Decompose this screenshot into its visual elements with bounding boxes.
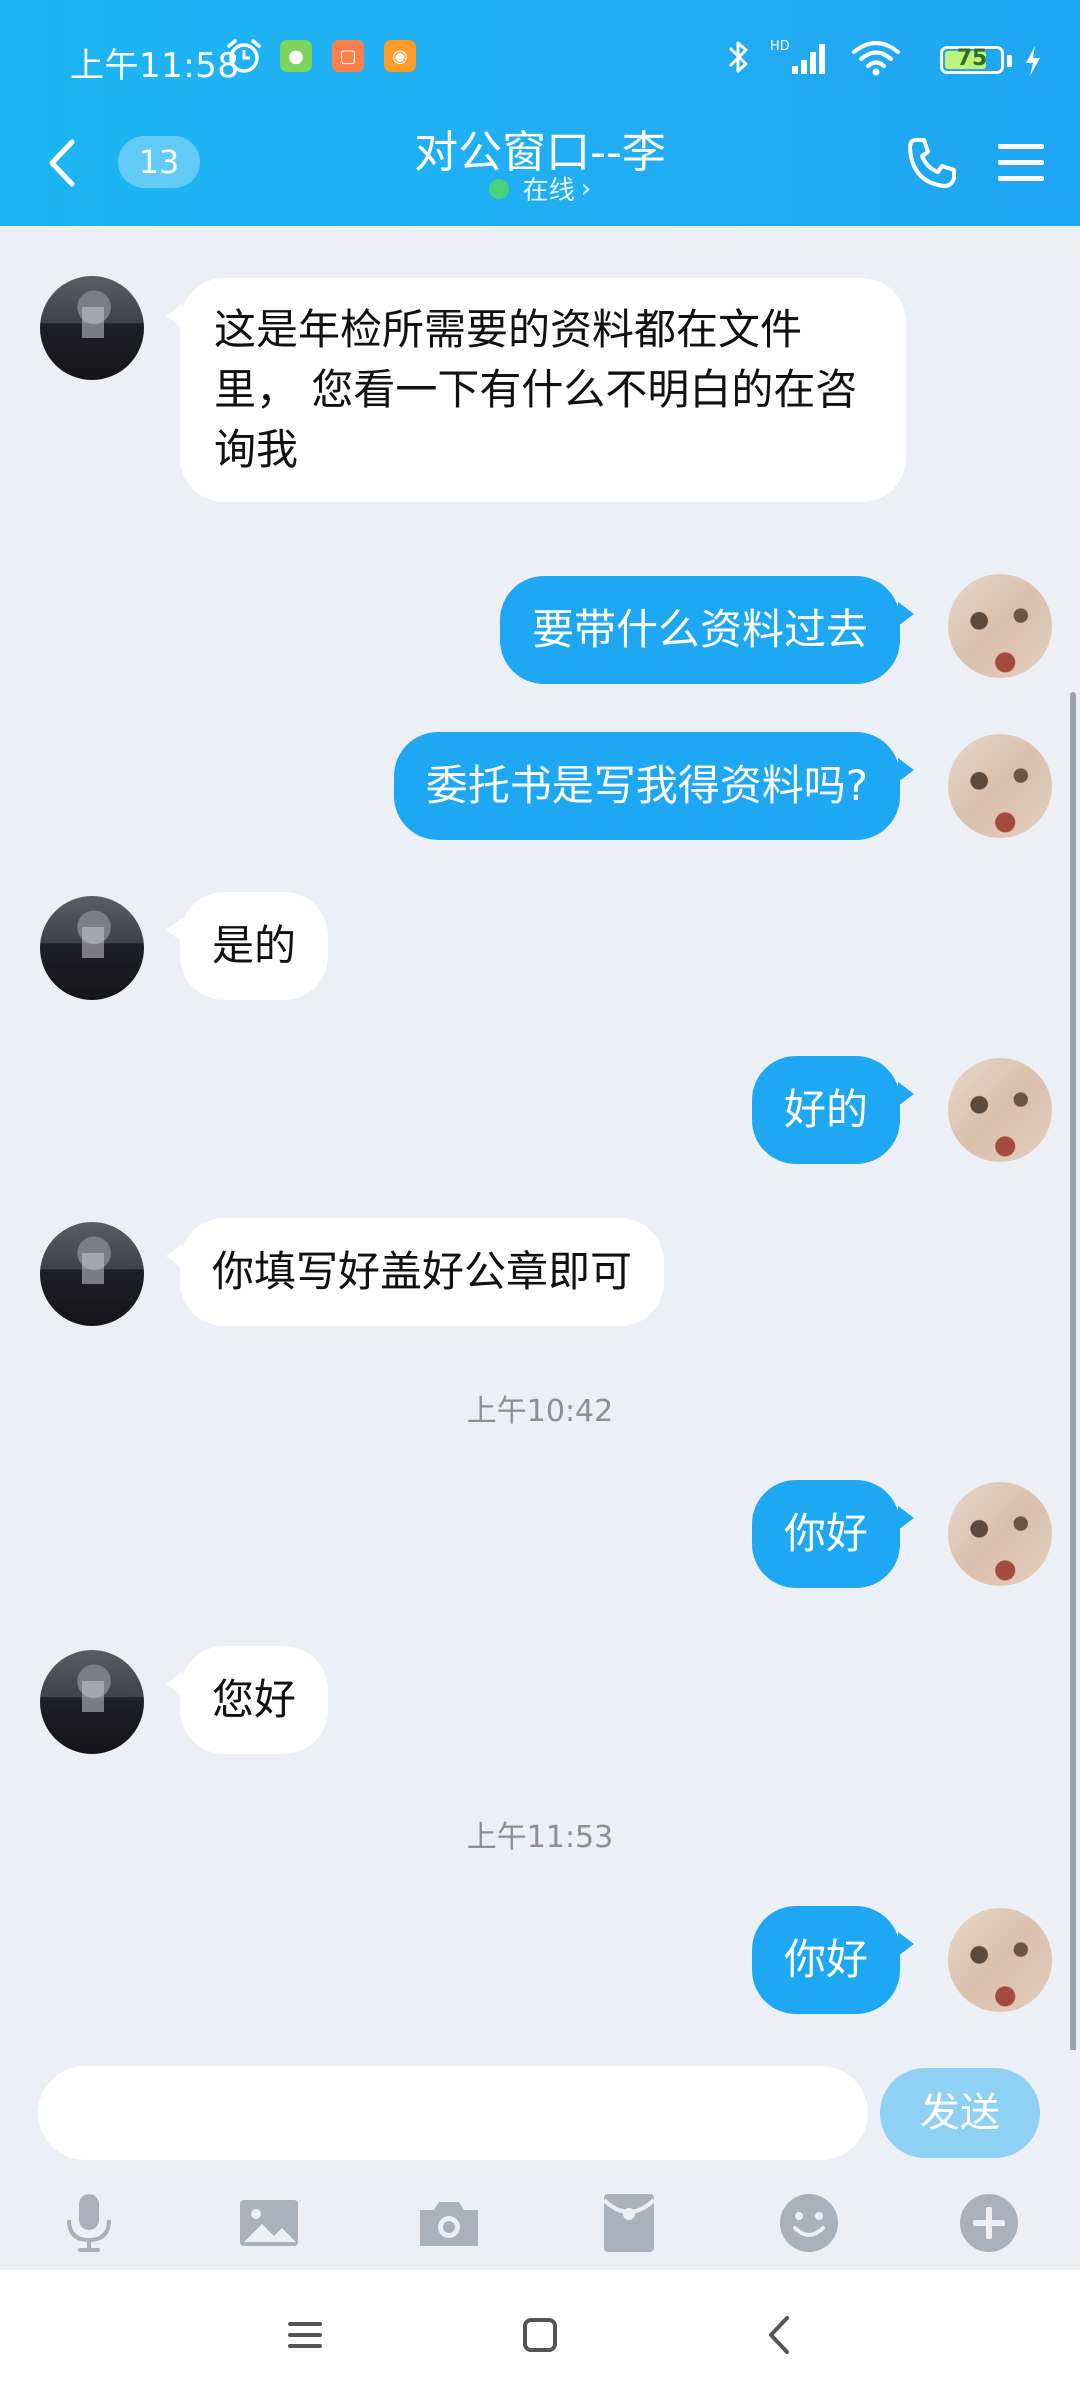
message-bubble[interactable]: 要带什么资料过去 [499,576,915,684]
send-button[interactable]: 发送 [880,2068,1040,2158]
network-label: HD [770,39,790,54]
message-bubble[interactable]: 是的 [165,892,329,1000]
chat-header: 上午11:58 ● ▢ ◉ HD 75 13 对公窗口--李 在线 › [0,0,1080,226]
message-bubble[interactable]: 你好 [751,1906,915,2014]
message-timestamp: 上午11:53 [466,1820,614,1855]
message-bubble[interactable]: 你填写好盖好公章即可 [165,1218,665,1326]
message-input[interactable] [38,2066,868,2160]
red-packet-icon[interactable] [594,2188,664,2258]
message-outgoing: 委托书是写我得资料吗? [0,726,1080,846]
message-incoming: 您好 [0,1644,1080,1764]
chevron-right-icon: › [580,173,592,204]
plus-icon[interactable] [954,2188,1024,2258]
wechat-icon: ● [280,40,312,72]
message-bubble[interactable]: 委托书是写我得资料吗? [393,732,915,840]
message-outgoing: 要带什么资料过去 [0,566,1080,686]
wifi-icon [852,41,900,76]
nav-bar: 13 对公窗口--李 在线 › [0,108,1080,226]
message-bubble[interactable]: 这是年检所需要的资料都在文件里， 您看一下有什么不明白的在咨询我 [166,278,906,502]
battery-icon: 75 [940,46,1004,74]
message-bubble[interactable]: 好的 [751,1056,915,1164]
taobao-icon: ◉ [384,40,416,72]
my-avatar[interactable] [948,1908,1052,2012]
bluetooth-icon [728,41,748,73]
my-avatar[interactable] [948,1058,1052,1162]
message-outgoing: 好的 [0,1052,1080,1172]
my-avatar[interactable] [948,734,1052,838]
image-icon[interactable] [234,2188,304,2258]
status-time: 上午11:58 [70,46,240,86]
camera-icon[interactable] [414,2188,484,2258]
presence-label: 在线 [522,176,575,206]
contact-avatar[interactable] [40,276,144,380]
online-dot-icon [488,178,509,199]
contact-avatar[interactable] [40,1222,144,1326]
battery-level: 75 [956,46,988,71]
signal-icon: HD [770,39,825,74]
system-navigation-bar [0,2270,1080,2400]
recent-apps-icon[interactable] [280,2310,330,2360]
charging-icon [1026,46,1040,76]
message-incoming: 这是年检所需要的资料都在文件里， 您看一下有什么不明白的在咨询我 [0,276,1080,516]
alarm-icon [227,39,261,73]
my-avatar[interactable] [948,1482,1052,1586]
microphone-icon[interactable] [54,2188,124,2258]
composer-toolbar [0,2178,1080,2268]
back-nav-icon[interactable] [755,2310,805,2360]
emoji-icon[interactable] [774,2188,844,2258]
message-incoming: 是的 [0,890,1080,1010]
home-icon[interactable] [515,2310,565,2360]
contact-avatar[interactable] [40,896,144,1000]
message-bubble[interactable]: 您好 [165,1646,329,1754]
message-scrollbar[interactable] [1070,692,1076,2096]
mi-store-icon: ▢ [332,40,364,72]
message-list[interactable]: 这是年检所需要的资料都在文件里， 您看一下有什么不明白的在咨询我 要带什么资料过… [0,226,1080,2096]
status-bar: 上午11:58 ● ▢ ◉ HD 75 [0,0,1080,108]
message-bubble[interactable]: 你好 [751,1480,915,1588]
message-outgoing: 你好 [0,1902,1080,2022]
composer: 发送 [0,2050,1080,2270]
message-timestamp: 上午10:42 [466,1394,614,1429]
battery-tip [1007,55,1012,67]
contact-avatar[interactable] [40,1650,144,1754]
message-incoming: 你填写好盖好公章即可 [0,1216,1080,1336]
my-avatar[interactable] [948,574,1052,678]
phone-call-button[interactable] [902,132,962,192]
menu-button[interactable] [994,132,1048,192]
message-outgoing: 你好 [0,1476,1080,1596]
status-right: HD 75 [652,34,1052,78]
